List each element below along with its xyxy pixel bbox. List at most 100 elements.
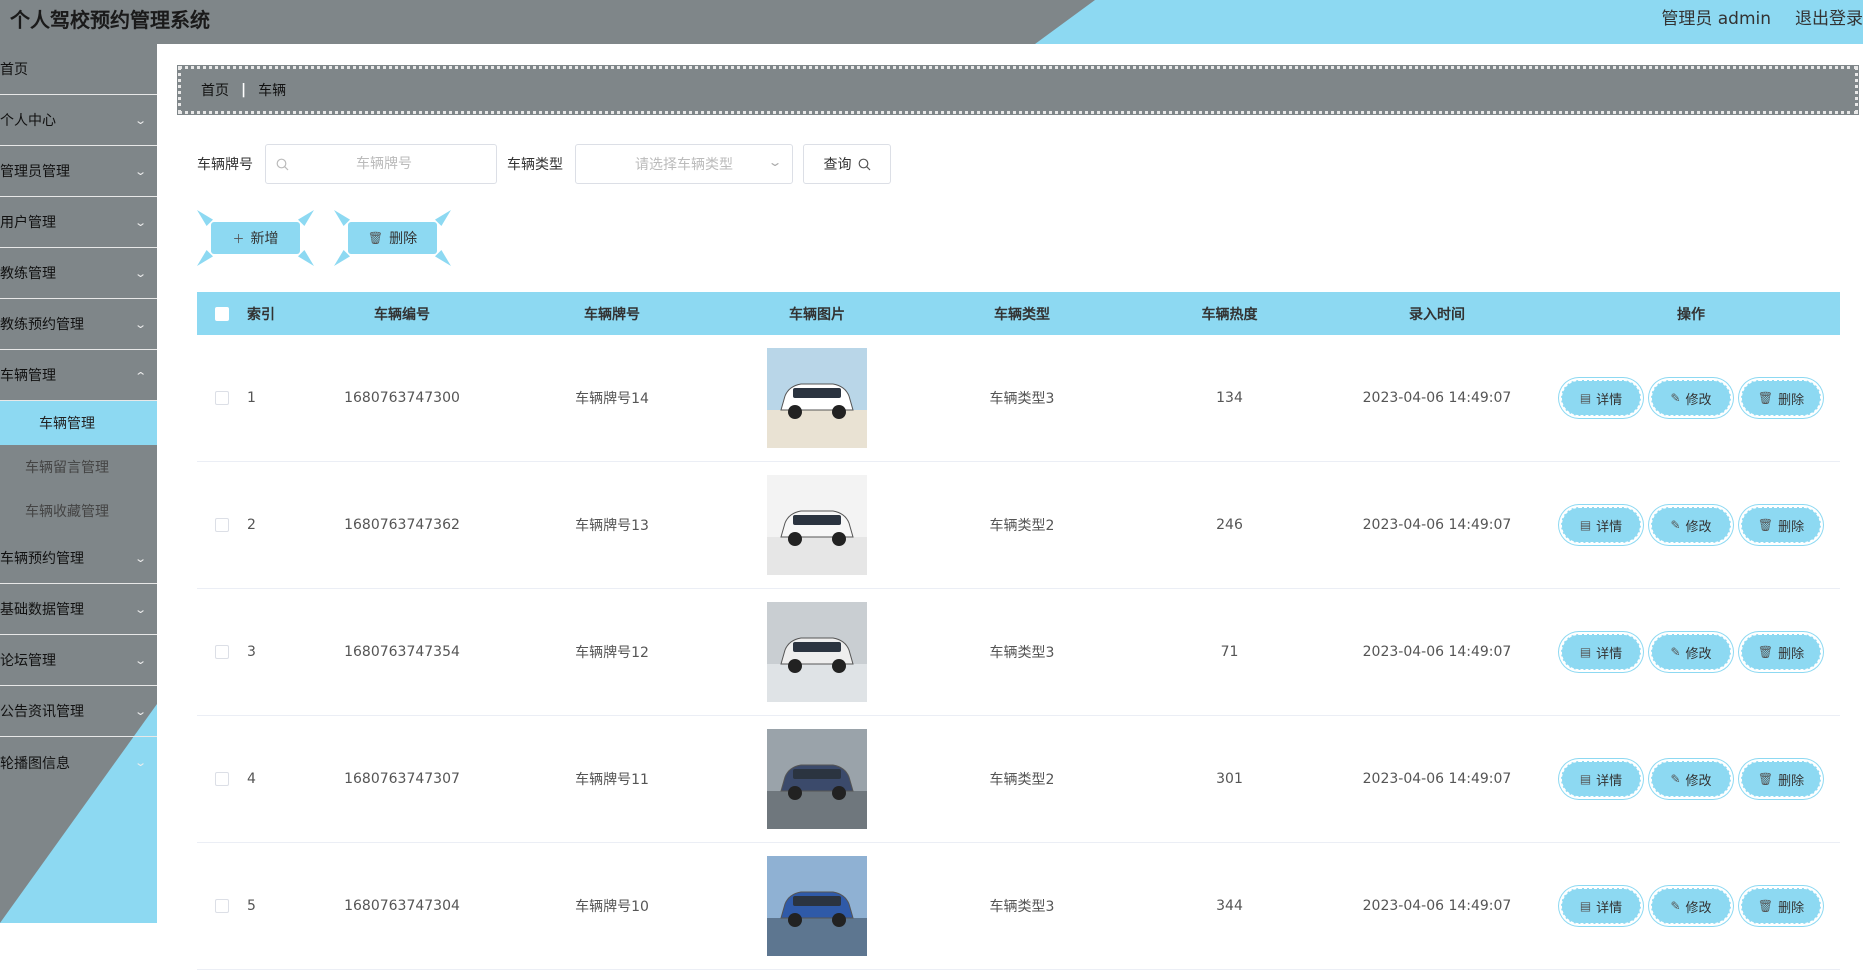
- row-checkbox[interactable]: [215, 518, 229, 532]
- sidebar-item-admins[interactable]: 管理员管理 ⌄: [0, 146, 157, 197]
- cell-time: 2023-04-06 14:49:07: [1362, 644, 1512, 660]
- search-icon: [276, 158, 289, 170]
- detail-button[interactable]: ▤ 详情: [1561, 634, 1641, 670]
- edit-label: 修改: [1685, 773, 1712, 789]
- edit-button[interactable]: ✎ 修改: [1651, 507, 1731, 543]
- cell-index: 1: [247, 390, 256, 406]
- pencil-icon: ✎: [1670, 518, 1681, 532]
- query-button[interactable]: 查询: [803, 144, 891, 184]
- delete-button[interactable]: 🗑 删除: [1741, 634, 1821, 670]
- sidebar-item-base-data[interactable]: 基础数据管理 ⌄: [0, 584, 157, 635]
- document-icon: ▤: [1579, 772, 1592, 786]
- sidebar-subitem-vehicle-favorites[interactable]: 车辆收藏管理: [0, 489, 157, 533]
- type-select[interactable]: 请选择车辆类型 ⌄: [575, 144, 793, 184]
- vehicle-thumbnail[interactable]: [767, 856, 867, 956]
- breadcrumb-home[interactable]: 首页: [201, 80, 229, 100]
- delete-button[interactable]: 🗑 删除: [1741, 888, 1821, 924]
- breadcrumb: 首页 | 车辆: [177, 65, 1859, 115]
- sidebar-item-label: 轮播图信息: [0, 755, 70, 772]
- detail-label: 详情: [1596, 519, 1623, 535]
- sidebar-item-carousel[interactable]: 轮播图信息 ⌄: [0, 737, 157, 788]
- edit-label: 修改: [1685, 646, 1712, 662]
- sidebar-item-label: 车辆管理: [0, 368, 56, 384]
- sidebar-subitem-label: 车辆收藏管理: [25, 504, 109, 520]
- trash-icon: 🗑: [1757, 899, 1774, 913]
- sidebar-item-label: 教练管理: [0, 266, 56, 282]
- sidebar-item-label: 公告资讯管理: [0, 704, 84, 720]
- row-checkbox[interactable]: [215, 391, 229, 405]
- document-icon: ▤: [1579, 518, 1592, 532]
- sidebar-subitem-vehicle-messages[interactable]: 车辆留言管理: [0, 445, 157, 489]
- bulk-delete-button[interactable]: 🗑 删除: [334, 210, 451, 266]
- vehicle-thumbnail[interactable]: [767, 602, 867, 702]
- vehicle-thumbnail[interactable]: [767, 348, 867, 448]
- detail-button[interactable]: ▤ 详情: [1561, 380, 1641, 416]
- col-ops-header: 操作: [1677, 306, 1705, 323]
- cell-number: 1680763747354: [344, 644, 460, 660]
- cell-time: 2023-04-06 14:49:07: [1362, 517, 1512, 533]
- row-checkbox[interactable]: [215, 645, 229, 659]
- chevron-up-icon: ⌄: [133, 368, 147, 382]
- table-body: 1 1680763747300 车辆牌号14 车辆类型3 134 2023-04…: [197, 335, 1840, 970]
- cell-heat: 246: [1216, 517, 1243, 533]
- cell-number: 1680763747300: [344, 390, 460, 406]
- sidebar-item-label: 首页: [0, 62, 28, 78]
- admin-label[interactable]: 管理员 admin: [1661, 4, 1771, 29]
- cell-plate: 车辆牌号11: [575, 772, 649, 788]
- edit-button[interactable]: ✎ 修改: [1651, 888, 1731, 924]
- row-checkbox[interactable]: [215, 899, 229, 913]
- breadcrumb-current: 车辆: [258, 83, 287, 99]
- sidebar-item-users[interactable]: 用户管理 ⌄: [0, 197, 157, 248]
- sidebar-item-coaches[interactable]: 教练管理 ⌄: [0, 248, 157, 299]
- sidebar-item-forum[interactable]: 论坛管理 ⌄: [0, 635, 157, 686]
- document-icon: ▤: [1579, 645, 1592, 659]
- vehicle-thumbnail[interactable]: [767, 729, 867, 829]
- sidebar-subitem-vehicle-management[interactable]: 车辆管理: [0, 401, 157, 445]
- detail-button[interactable]: ▤ 详情: [1561, 507, 1641, 543]
- row-checkbox[interactable]: [215, 772, 229, 786]
- cell-number: 1680763747304: [344, 898, 460, 914]
- row-actions: ▤ 详情 ✎ 修改 🗑 删除: [1542, 761, 1840, 797]
- sidebar-item-news[interactable]: 公告资讯管理 ⌄: [0, 686, 157, 737]
- type-filter-label: 车辆类型: [507, 157, 563, 173]
- cell-type: 车辆类型2: [989, 772, 1055, 788]
- sidebar-item-label: 用户管理: [0, 215, 56, 231]
- sidebar-subitem-label: 车辆管理: [39, 416, 95, 432]
- sidebar-item-label: 基础数据管理: [0, 602, 84, 618]
- col-plate-header: 车辆牌号: [584, 306, 640, 323]
- chevron-down-icon: ⌄: [133, 756, 147, 769]
- row-actions: ▤ 详情 ✎ 修改 🗑 删除: [1542, 634, 1840, 670]
- sidebar-item-profile[interactable]: 个人中心 ⌄: [0, 95, 157, 146]
- sidebar-item-label: 管理员管理: [0, 164, 70, 180]
- logout-link[interactable]: 退出登录: [1795, 4, 1863, 29]
- trash-icon: 🗑: [1757, 645, 1774, 659]
- delete-button[interactable]: 🗑 删除: [1741, 507, 1821, 543]
- chevron-down-icon: ⌄: [133, 266, 147, 280]
- edit-button[interactable]: ✎ 修改: [1651, 634, 1731, 670]
- plate-search-field: [265, 144, 497, 184]
- chevron-down-icon: ⌄: [767, 155, 783, 169]
- sidebar-item-home[interactable]: 首页: [0, 44, 157, 95]
- cell-plate: 车辆牌号14: [575, 391, 649, 407]
- cell-index: 3: [247, 644, 256, 660]
- col-image-header: 车辆图片: [789, 306, 845, 323]
- edit-button[interactable]: ✎ 修改: [1651, 761, 1731, 797]
- col-heat-header: 车辆热度: [1201, 306, 1258, 323]
- detail-button[interactable]: ▤ 详情: [1561, 888, 1641, 924]
- plate-search-input[interactable]: [289, 156, 479, 172]
- edit-button[interactable]: ✎ 修改: [1651, 380, 1731, 416]
- cell-plate: 车辆牌号10: [575, 899, 649, 915]
- delete-button[interactable]: 🗑 删除: [1741, 761, 1821, 797]
- sidebar-item-vehicles[interactable]: 车辆管理 ⌄: [0, 350, 157, 401]
- chevron-down-icon: ⌄: [133, 602, 147, 616]
- table-row: 5 1680763747304 车辆牌号10 车辆类型3 344 2023-04…: [197, 843, 1840, 970]
- detail-button[interactable]: ▤ 详情: [1561, 761, 1641, 797]
- add-button[interactable]: ＋ 新增: [197, 210, 314, 266]
- select-all-checkbox[interactable]: [215, 306, 229, 321]
- table-row: 1 1680763747300 车辆牌号14 车辆类型3 134 2023-04…: [197, 335, 1840, 462]
- delete-button[interactable]: 🗑 删除: [1741, 380, 1821, 416]
- sidebar-item-coach-booking[interactable]: 教练预约管理 ⌄: [0, 299, 157, 350]
- vehicle-thumbnail[interactable]: [767, 475, 867, 575]
- sidebar-item-vehicle-booking[interactable]: 车辆预约管理 ⌄: [0, 533, 157, 584]
- pencil-icon: ✎: [1670, 772, 1681, 786]
